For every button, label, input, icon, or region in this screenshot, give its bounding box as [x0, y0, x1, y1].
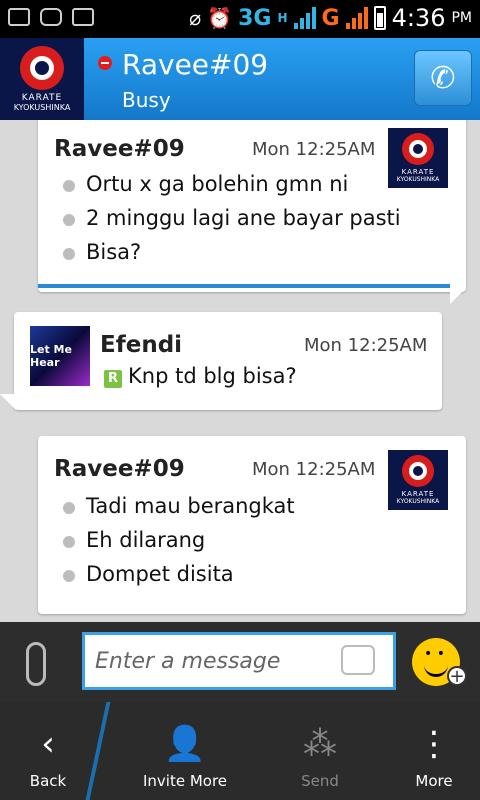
status-ampm: PM — [451, 10, 472, 26]
message-bullet-icon — [63, 570, 75, 582]
message-line: Tadi mau berangkat — [86, 494, 295, 518]
avatar-text-1: KARATE — [401, 168, 435, 176]
bottom-action-bar: ‹ Back 👤 Invite More ⁂ Send ⋮ More — [0, 702, 480, 800]
signal-bars-icon — [293, 7, 316, 29]
bbm-send-icon: ⁂ — [303, 724, 337, 764]
message-sender: Ravee#09 — [54, 456, 185, 482]
sender-avatar: KARATE KYOKUSHINKA — [388, 450, 448, 510]
call-button[interactable]: ✆ — [414, 50, 472, 106]
sender-avatar: KARATE KYOKUSHINKA — [388, 128, 448, 188]
chat-area[interactable]: Ravee#09 Mon 12:25AM KARATE KYOKUSHINKA … — [0, 120, 480, 622]
signal-bars-2-icon — [345, 7, 368, 29]
message-bullet-icon — [63, 502, 75, 514]
back-arrow-icon: ‹ — [41, 724, 55, 764]
message-line: Ortu x ga bolehin gmn ni — [86, 172, 349, 196]
message-divider — [38, 284, 450, 288]
message-line: Eh dilarang — [86, 528, 206, 552]
status-icons-left — [8, 8, 94, 26]
avatar-text: Let Me Hear — [30, 343, 72, 369]
alarm-icon: ⏰ — [207, 6, 233, 30]
karate-logo-icon — [402, 133, 434, 165]
message-time: Mon 12:25AM — [252, 139, 376, 160]
avatar-text-2: KYOKUSHINKA — [396, 498, 440, 505]
status-icons-right: ⌀ ⏰ 3G H G 4:36 PM — [189, 4, 472, 32]
message-bullet-icon — [63, 180, 75, 192]
more-button[interactable]: ⋮ More — [396, 702, 472, 800]
message-bubble: Let Me Hear Efendi Mon 12:25AM R Knp td … — [14, 312, 442, 410]
message-bullet-icon — [63, 248, 75, 260]
message-sender: Ravee#09 — [54, 136, 185, 162]
contact-avatar[interactable]: KARATE KYOKUSHINKA — [0, 38, 84, 120]
avatar-text-2: KYOKUSHINKA — [13, 103, 71, 112]
message-bubble: Ravee#09 Mon 12:25AM KARATE KYOKUSHINKA … — [38, 436, 466, 614]
message-bullet-icon — [63, 536, 75, 548]
network-type: 3G — [238, 5, 272, 31]
status-time: 4:36 — [391, 4, 446, 32]
invite-more-button[interactable]: 👤 Invite More — [130, 702, 240, 800]
add-contact-icon: 👤 — [163, 724, 207, 764]
more-label: More — [415, 772, 453, 790]
message-input[interactable]: Enter a message — [82, 632, 396, 690]
bbm-icon — [40, 8, 62, 26]
message-line: Dompet disita — [86, 562, 234, 586]
invite-label: Invite More — [142, 772, 228, 790]
ping-icon[interactable] — [341, 645, 375, 675]
back-button[interactable]: ‹ Back — [0, 702, 96, 800]
karate-logo-icon — [402, 455, 434, 487]
contact-name: Ravee#09 — [122, 48, 269, 81]
message-bubble: Ravee#09 Mon 12:25AM KARATE KYOKUSHINKA … — [38, 120, 466, 292]
no-vibrate-icon: ⌀ — [189, 6, 202, 30]
network-carrier: G — [321, 5, 340, 31]
message-composer: Enter a message — [0, 622, 480, 702]
network-sub: H — [277, 11, 288, 25]
bubble-tail — [450, 288, 466, 304]
overflow-menu-icon: ⋮ — [417, 724, 451, 764]
message-line: 2 minggu lagi ane bayar pasti — [86, 206, 401, 230]
sender-avatar: Let Me Hear — [30, 326, 90, 386]
message-sender: Efendi — [100, 332, 183, 358]
avatar-text-1: KARATE — [21, 93, 63, 103]
message-line: Knp td blg bisa? — [128, 364, 297, 388]
bubble-tail — [0, 394, 16, 410]
avatar-text-2: KYOKUSHINKA — [396, 176, 440, 183]
status-bar: ⌀ ⏰ 3G H G 4:36 PM — [0, 0, 480, 38]
back-label: Back — [29, 772, 67, 790]
read-status-icon: R — [104, 370, 122, 388]
phone-icon: ✆ — [430, 60, 456, 96]
camera-icon — [72, 8, 94, 26]
message-time: Mon 12:25AM — [304, 335, 428, 356]
send-button[interactable]: ⁂ Send — [280, 702, 360, 800]
avatar-text-1: KARATE — [401, 490, 435, 498]
karate-logo-icon — [20, 46, 64, 90]
gallery-icon — [8, 8, 30, 26]
add-emoticon-icon[interactable]: + — [447, 666, 467, 686]
send-label: Send — [301, 772, 339, 790]
message-placeholder: Enter a message — [95, 649, 281, 674]
battery-icon — [373, 6, 386, 30]
message-line: Bisa? — [86, 240, 142, 264]
busy-status-icon — [98, 56, 112, 70]
chat-header: KARATE KYOKUSHINKA Ravee#09 Busy ✆ — [0, 38, 480, 120]
message-time: Mon 12:25AM — [252, 459, 376, 480]
contact-status: Busy — [122, 88, 171, 112]
message-bullet-icon — [63, 214, 75, 226]
attach-icon[interactable] — [26, 642, 46, 686]
